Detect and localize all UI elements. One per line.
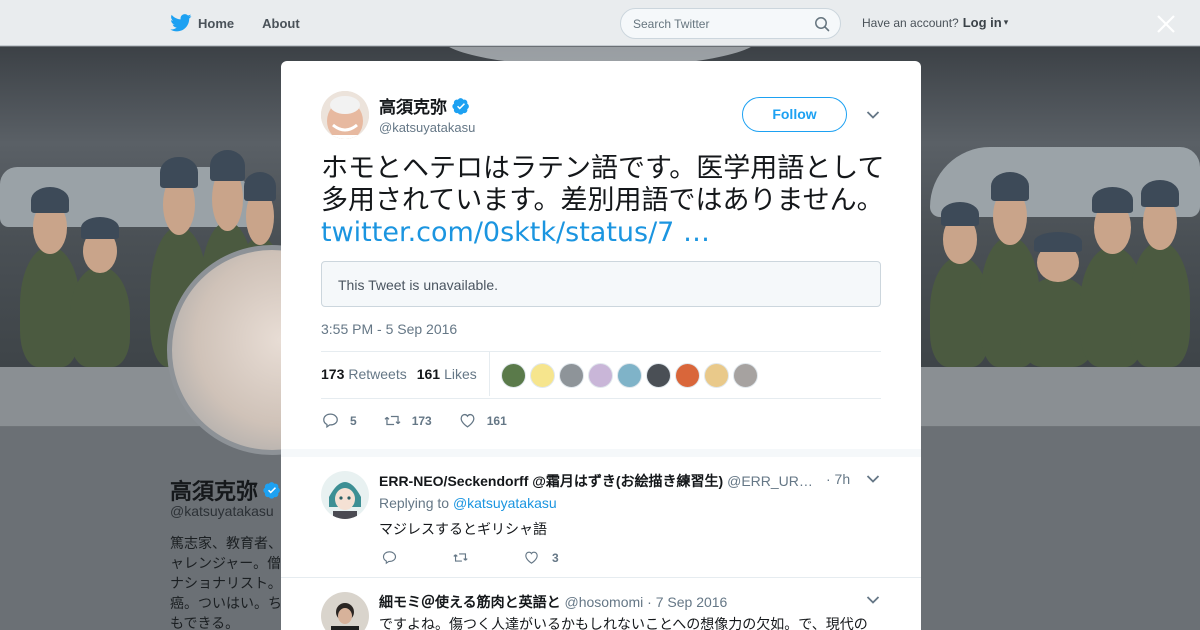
- nav-left: Home About: [170, 0, 328, 46]
- reply-text: マジレスするとギリシャ語: [379, 522, 547, 538]
- like-action[interactable]: 161: [458, 411, 507, 430]
- liker-avatar[interactable]: [675, 363, 700, 388]
- nav-about-link[interactable]: About: [262, 16, 300, 31]
- retweet-icon[interactable]: [383, 411, 402, 430]
- search-icon[interactable]: [814, 16, 830, 32]
- replying-prefix: Replying to: [379, 495, 450, 511]
- retweets-stat[interactable]: 173 Retweets: [321, 366, 407, 382]
- liker-avatar[interactable]: [588, 363, 613, 388]
- likes-stat[interactable]: 161 Likes: [417, 366, 477, 382]
- liker-avatar[interactable]: [559, 363, 584, 388]
- reply-icon[interactable]: [381, 549, 398, 566]
- liker-avatar[interactable]: [501, 363, 526, 388]
- author-avatar[interactable]: [321, 91, 369, 139]
- reply-avatar[interactable]: [321, 471, 369, 519]
- reply-author-handle[interactable]: @ERR_UR…: [727, 473, 813, 489]
- profile-bio: 篤志家、教育者、 ャレンジャー。僧 ナショナリスト。 癌。ついはい。ち もできる…: [170, 535, 282, 630]
- tweet-actions: 5 173 161: [321, 411, 533, 430]
- tweet-link[interactable]: twitter.com/0sktk/status/7 …: [321, 217, 710, 248]
- reply-author-name[interactable]: 細モミ＠使える筋肉と英語と: [379, 594, 561, 610]
- tweet-timestamp[interactable]: 3:55 PM - 5 Sep 2016: [321, 321, 457, 337]
- author-handle[interactable]: @katsuyatakasu: [379, 120, 475, 135]
- divider: [321, 351, 881, 352]
- profile-name: 高須克弥: [170, 474, 281, 506]
- retweet-icon[interactable]: [452, 549, 469, 566]
- retweet-count: 173: [411, 413, 432, 428]
- account-area: Have an account? Log in ▾: [862, 15, 1008, 30]
- liker-avatars: [501, 363, 762, 388]
- nav-home-link[interactable]: Home: [198, 16, 234, 31]
- liker-avatar[interactable]: [704, 363, 729, 388]
- quoted-tweet-card[interactable]: This Tweet is unavailable.: [321, 261, 881, 307]
- search-input[interactable]: Search Twitter: [620, 8, 841, 39]
- reply-time[interactable]: · 7 Sep 2016: [647, 594, 727, 610]
- reply-text: ですよね。傷つく人達がいるかもしれないことへの想像力の欠如。で、現代の: [379, 617, 868, 630]
- reply-avatar[interactable]: [321, 592, 369, 630]
- retweet-action[interactable]: [452, 549, 481, 566]
- reply-author-name[interactable]: ERR-NEO/Seckendorff @霜月はずき(お絵描き練習生): [379, 473, 723, 489]
- reply-actions: 3: [381, 549, 601, 566]
- reply-tweet[interactable]: ERR-NEO/Seckendorff @霜月はずき(お絵描き練習生) @ERR…: [281, 457, 921, 577]
- liker-avatar[interactable]: [617, 363, 642, 388]
- chevron-down-icon[interactable]: [866, 110, 880, 120]
- verified-badge-icon: [452, 97, 469, 115]
- quote-unavailable-text: This Tweet is unavailable.: [338, 277, 499, 293]
- caret-down-icon[interactable]: ▾: [1004, 17, 1009, 28]
- reply-count: 5: [350, 413, 357, 428]
- reply-header: 細モミ＠使える筋肉と英語と @hosomomi · 7 Sep 2016: [379, 592, 849, 612]
- liker-avatar[interactable]: [733, 363, 758, 388]
- reply-icon[interactable]: [321, 411, 340, 430]
- author-name[interactable]: 高須克弥: [379, 93, 470, 118]
- have-account-text: Have an account?: [862, 15, 959, 30]
- tweet-permalink-modal: 高須克弥 @katsuyatakasu Follow ホモとヘテロはラテン語です…: [281, 61, 921, 630]
- heart-icon[interactable]: [523, 549, 540, 566]
- profile-name-text: 高須克弥: [170, 479, 259, 504]
- close-icon[interactable]: [1156, 14, 1176, 34]
- tweet-stats: 173 Retweets 161 Likes: [321, 366, 487, 382]
- reply-action[interactable]: 5: [321, 411, 357, 430]
- liker-avatar[interactable]: [646, 363, 671, 388]
- heart-icon[interactable]: [458, 411, 477, 430]
- follow-button[interactable]: Follow: [742, 97, 847, 132]
- author-name-text[interactable]: 高須克弥: [379, 93, 447, 118]
- reply-tweet[interactable]: 細モミ＠使える筋肉と英語と @hosomomi · 7 Sep 2016 ですよ…: [281, 577, 921, 630]
- chevron-down-icon[interactable]: [866, 595, 880, 605]
- stats-separator: [489, 352, 490, 396]
- reply-header: ERR-NEO/Seckendorff @霜月はずき(お絵描き練習生) @ERR…: [379, 471, 849, 491]
- retweet-action[interactable]: 173: [383, 411, 432, 430]
- like-count: 161: [486, 413, 507, 428]
- search-placeholder: Search Twitter: [633, 17, 710, 31]
- chevron-down-icon[interactable]: [866, 474, 880, 484]
- reply-action[interactable]: [381, 549, 410, 566]
- divider: [321, 398, 881, 399]
- like-action[interactable]: 3: [523, 549, 559, 566]
- replying-to: Replying to @katsuyatakasu: [379, 495, 557, 511]
- reply-time[interactable]: · 7h: [826, 471, 850, 487]
- verified-badge-icon: [263, 482, 280, 499]
- replying-to-link[interactable]: @katsuyatakasu: [453, 495, 557, 511]
- liker-avatar[interactable]: [530, 363, 555, 388]
- tweet-body: ホモとヘテロはラテン語です。医学用語として多用されています。差別用語ではありませ…: [321, 153, 885, 216]
- like-count: 3: [552, 550, 559, 565]
- tweet-text: ホモとヘテロはラテン語です。医学用語として多用されています。差別用語ではありませ…: [321, 153, 886, 249]
- twitter-bird-icon[interactable]: [170, 14, 192, 32]
- login-button[interactable]: Log in: [963, 15, 1002, 30]
- reply-author-handle[interactable]: @hosomomi: [564, 594, 643, 610]
- top-navigation: Home About Search Twitter Have an accoun…: [0, 0, 1200, 46]
- profile-handle[interactable]: @katsuyatakasu: [170, 503, 274, 519]
